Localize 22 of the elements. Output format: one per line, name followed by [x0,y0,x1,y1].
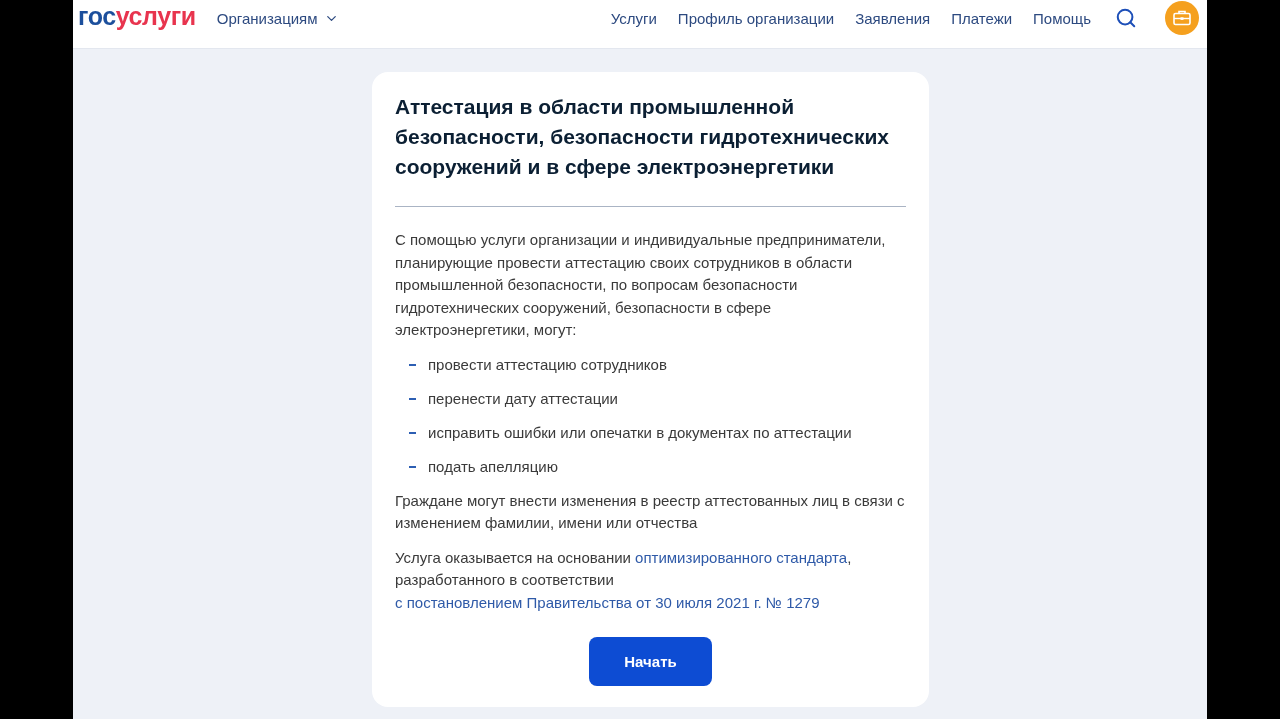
list-item-text: подать апелляцию [428,456,558,477]
list-item-text: провести аттестацию сотрудников [428,354,667,375]
dash-bullet-icon [409,431,416,434]
citizens-note: Граждане могут внести изменения в реестр аттестованных лиц в связи с изменением фамилии, имени или отчества [395,490,906,533]
nav-link[interactable]: Помощь [1033,9,1091,27]
site-logo[interactable]: госуслуги [78,2,196,31]
dash-bullet-icon [409,465,416,468]
list-item-text: исправить ошибки или опечатки в документах по аттестации [428,422,852,443]
service-description: С помощью услуги организации и индивидуальные предприниматели, планирующие провести аттестацию своих сотрудников в области промышленной безопасности, по вопросам безопасности гидротехнических сооружений, безопасности в сфере электроэнергетики, могут: [395,230,887,340]
nav-link[interactable]: Платежи [951,9,1013,27]
start-button[interactable]: Начать [589,637,712,686]
dash-bullet-icon [409,363,416,366]
organizations-menu[interactable]: Организациям [216,9,339,27]
dash-bullet-icon [409,397,416,400]
search-icon[interactable] [1115,7,1137,29]
service-basis-text: Услуга оказывается на основании оптимизированного стандарта, разработанного в соответствии с постановлением Правительства от 30 июля 2021 г. № 1279 [395,547,853,613]
list-item-text: перенести дату аттестации [428,388,618,409]
nav-link[interactable]: Профиль организации [677,9,835,27]
nav-link[interactable]: Услуги [610,9,657,27]
nav-link[interactable]: Заявления [855,9,931,27]
service-title: Аттестация в области промышленной безопасности, безопасности гидротехнических сооружений и в сфере электроэнергетики [395,94,891,180]
document-link[interactable]: с постановлением Правительства от 30 июля 2021 г. № 1279 [395,593,820,611]
